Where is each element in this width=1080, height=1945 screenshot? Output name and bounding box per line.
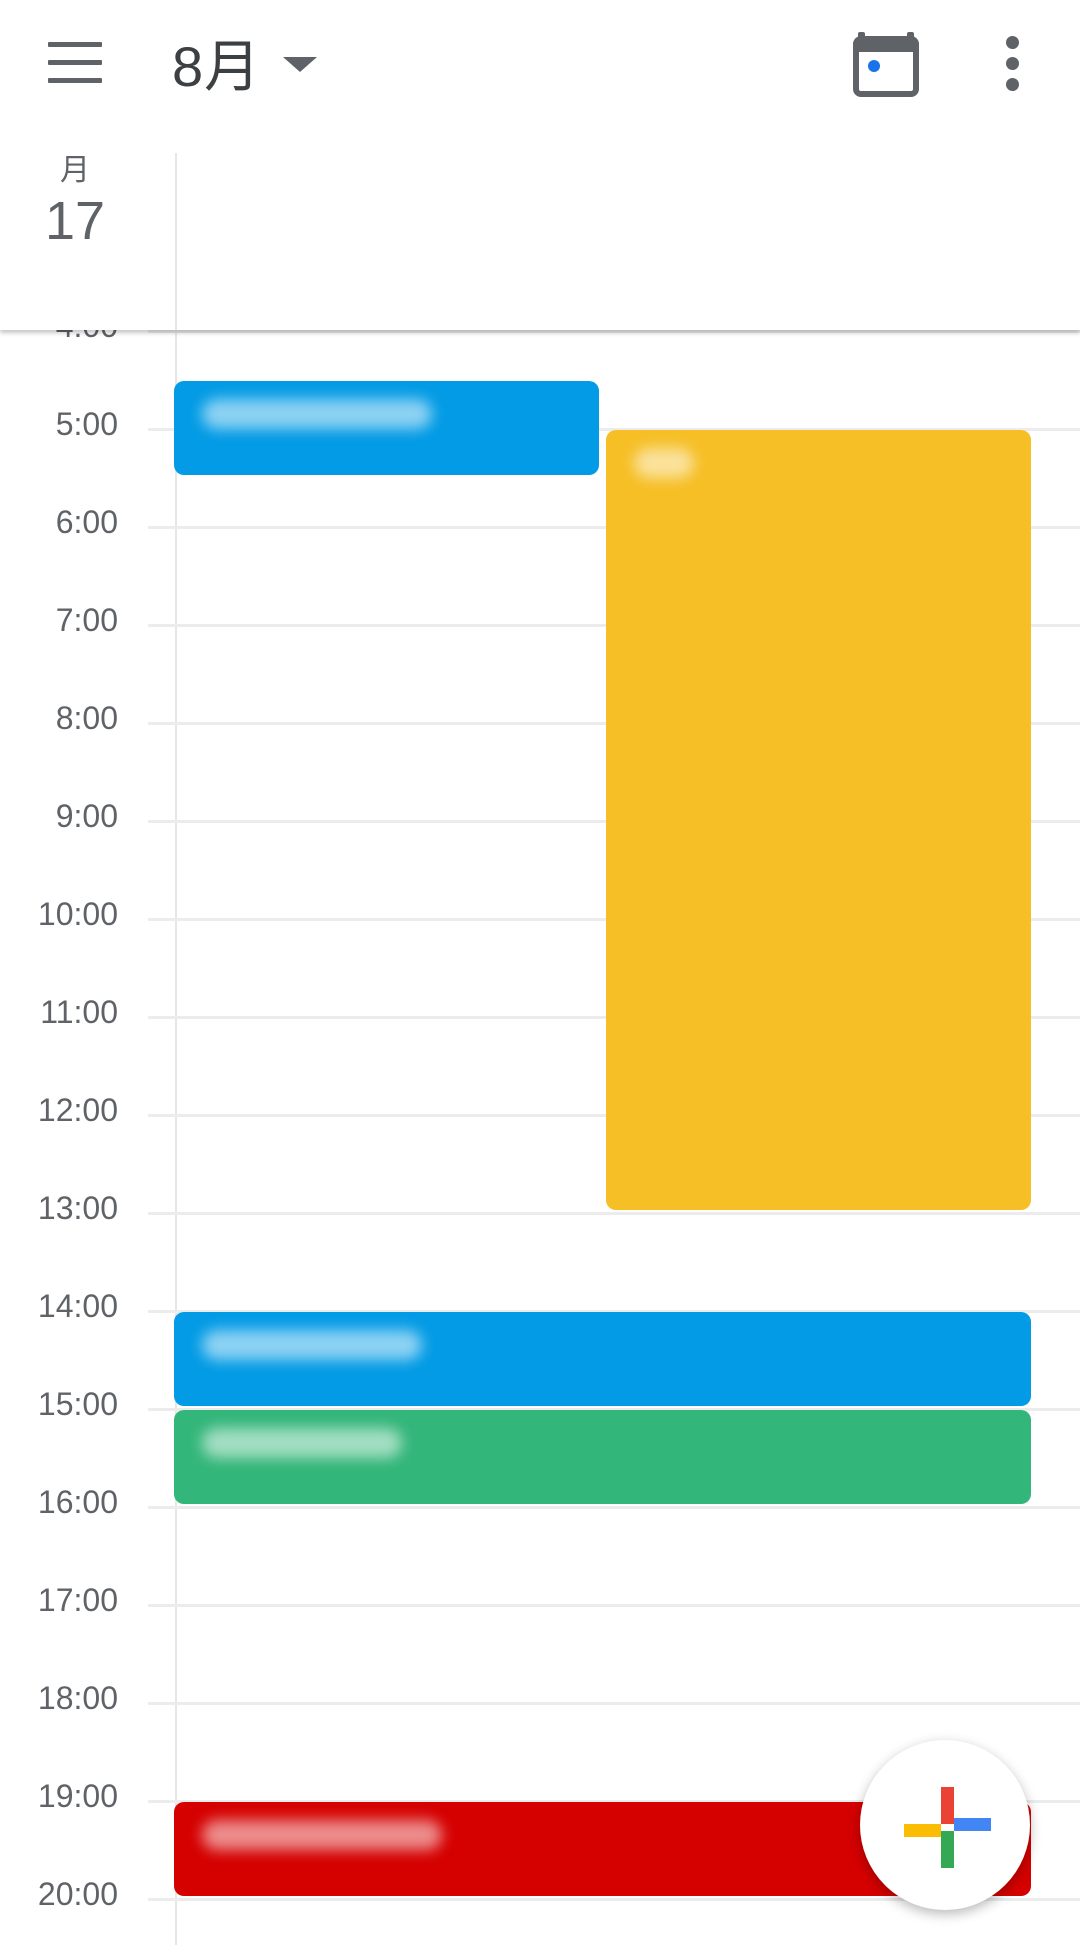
redacted-event-title	[202, 1428, 402, 1458]
weekday-label: 月	[60, 154, 90, 187]
hour-label: 6:00	[55, 504, 118, 540]
date-number[interactable]: 17	[0, 190, 150, 252]
hour-label: 8:00	[55, 700, 118, 736]
hour-row: 13:00	[0, 1190, 1080, 1226]
event-blue-1[interactable]	[174, 381, 599, 475]
hour-gridline	[148, 1212, 1080, 1215]
hour-label: 14:00	[37, 1288, 118, 1324]
event-blue-2[interactable]	[174, 1312, 1031, 1406]
redacted-event-title	[202, 1820, 442, 1850]
day-divider	[175, 153, 177, 330]
dropdown-arrow-icon	[283, 56, 318, 72]
calendar-today-icon[interactable]	[848, 24, 924, 100]
hour-gridline	[148, 1506, 1080, 1509]
day-schedule-grid[interactable]: 4:00 5:00 6:00 7:00 8:00 9:00 10:00 11:00 12:00 1…	[0, 330, 1080, 1945]
app-bar: 8月	[0, 0, 1080, 125]
event-green[interactable]	[174, 1410, 1031, 1504]
hour-label: 20:00	[37, 1876, 118, 1912]
event-yellow[interactable]	[606, 430, 1031, 1210]
hour-label: 9:00	[55, 798, 118, 834]
hour-row: 4:00	[0, 330, 1080, 344]
redacted-event-title	[202, 399, 432, 429]
hour-gridline	[148, 330, 1080, 333]
hamburger-menu-icon[interactable]	[40, 36, 110, 90]
hour-label: 18:00	[37, 1680, 118, 1716]
month-label: 8月	[172, 34, 262, 98]
create-event-button[interactable]	[860, 1740, 1030, 1910]
hour-label: 19:00	[37, 1778, 118, 1814]
hour-label: 4:00	[56, 330, 118, 345]
month-selector[interactable]: 8月	[172, 22, 318, 102]
hour-row: 17:00	[0, 1582, 1080, 1618]
hour-label: 16:00	[37, 1484, 118, 1520]
add-plus-icon	[904, 1787, 991, 1868]
day-header: 月 17	[0, 125, 1080, 330]
hour-label: 10:00	[37, 896, 118, 932]
redacted-event-title	[202, 1330, 422, 1360]
hour-row: 16:00	[0, 1484, 1080, 1520]
hour-label: 5:00	[55, 406, 118, 442]
hour-label: 12:00	[37, 1092, 118, 1128]
more-vert-icon[interactable]	[990, 30, 1034, 96]
hour-label: 11:00	[40, 994, 118, 1030]
redacted-event-title	[634, 448, 694, 478]
hour-label: 17:00	[37, 1582, 118, 1618]
hour-label: 15:00	[37, 1386, 118, 1422]
hour-label: 13:00	[37, 1190, 118, 1226]
hour-gridline	[148, 1702, 1080, 1705]
hour-label: 7:00	[55, 602, 118, 638]
hour-gridline	[148, 1604, 1080, 1607]
hour-row: 18:00	[0, 1680, 1080, 1716]
